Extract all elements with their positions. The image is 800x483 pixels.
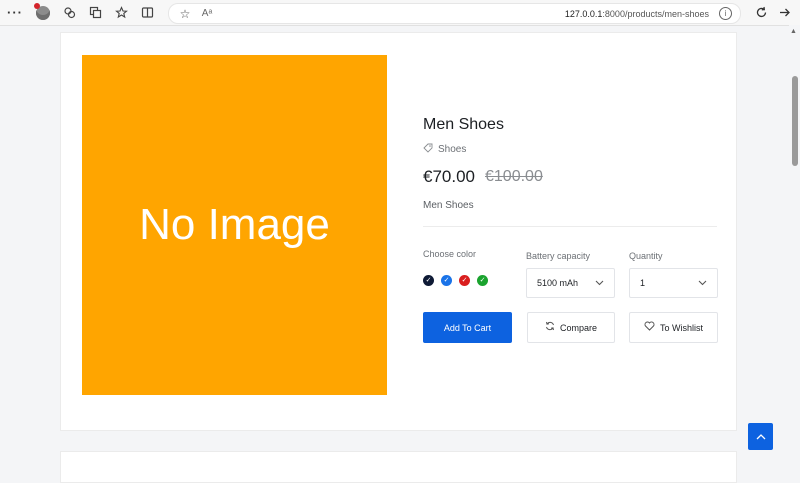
more-menu-icon[interactable]: ··· bbox=[0, 0, 30, 25]
quantity-value: 1 bbox=[640, 278, 646, 288]
product-category[interactable]: Shoes bbox=[423, 143, 466, 156]
scrollbar-thumb[interactable] bbox=[792, 76, 798, 166]
split-screen-icon[interactable] bbox=[134, 0, 160, 25]
forward-arrow-icon[interactable] bbox=[771, 0, 797, 25]
product-title: Men Shoes bbox=[423, 116, 504, 133]
battery-capacity-value: 5100 mAh bbox=[537, 278, 579, 288]
category-label: Shoes bbox=[438, 144, 467, 155]
product-image-placeholder: No Image bbox=[82, 55, 387, 395]
collections-icon[interactable] bbox=[82, 0, 108, 25]
secondary-card bbox=[60, 451, 737, 483]
quantity-label: Quantity bbox=[629, 251, 663, 261]
color-swatch-navy[interactable]: ✓ bbox=[423, 275, 434, 286]
scroll-up-arrow-icon[interactable]: ▲ bbox=[790, 28, 797, 35]
site-info-icon[interactable]: i bbox=[719, 7, 732, 20]
battery-capacity-label: Battery capacity bbox=[526, 251, 591, 261]
no-image-text: No Image bbox=[139, 200, 330, 249]
divider bbox=[423, 226, 717, 227]
chevron-down-icon bbox=[595, 278, 604, 288]
scroll-to-top-button[interactable] bbox=[748, 423, 773, 450]
compare-icon bbox=[545, 321, 555, 334]
heart-icon bbox=[644, 321, 655, 334]
color-swatch-blue[interactable]: ✓ bbox=[441, 275, 452, 286]
product-old-price: €100.00 bbox=[485, 168, 543, 185]
wishlist-button[interactable]: To Wishlist bbox=[629, 312, 718, 343]
product-description: Men Shoes bbox=[423, 200, 474, 211]
chevron-down-icon bbox=[698, 278, 707, 288]
product-price: €70.00 bbox=[423, 167, 475, 186]
read-aloud-icon[interactable]: Aᵃ bbox=[197, 8, 217, 19]
color-swatch-red[interactable]: ✓ bbox=[459, 275, 470, 286]
quantity-select[interactable]: 1 bbox=[629, 268, 718, 298]
color-swatches: ✓ ✓ ✓ ✓ bbox=[423, 275, 488, 286]
color-swatch-green[interactable]: ✓ bbox=[477, 275, 488, 286]
favorite-star-icon[interactable]: ☆ bbox=[173, 7, 197, 21]
compare-label: Compare bbox=[559, 322, 597, 333]
compare-button[interactable]: Compare bbox=[527, 312, 615, 343]
add-to-cart-button[interactable]: Add To Cart bbox=[423, 312, 512, 343]
chevron-up-icon bbox=[756, 434, 765, 440]
favorites-icon[interactable] bbox=[108, 0, 134, 25]
tag-icon bbox=[423, 143, 435, 156]
url-text[interactable]: 127.0.0.1:8000/products/men-shoes bbox=[217, 9, 719, 19]
address-bar[interactable]: ☆ Aᵃ 127.0.0.1:8000/products/men-shoes i bbox=[168, 3, 741, 24]
extensions-icon[interactable] bbox=[56, 0, 82, 25]
profile-avatar[interactable] bbox=[30, 0, 56, 25]
choose-color-label: Choose color bbox=[423, 249, 477, 259]
wishlist-label: To Wishlist bbox=[659, 322, 703, 333]
battery-capacity-select[interactable]: 5100 mAh bbox=[526, 268, 615, 298]
